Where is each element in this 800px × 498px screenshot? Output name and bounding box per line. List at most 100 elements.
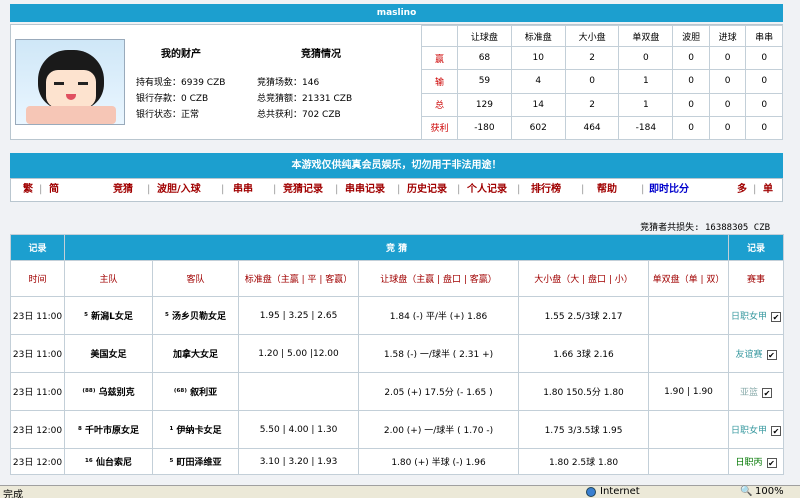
nav-single[interactable]: 单 — [763, 179, 773, 201]
avatar — [15, 39, 125, 125]
zoom-icon[interactable]: 🔍 — [740, 486, 752, 497]
home-team: ¹⁶ 仙台索尼 — [64, 448, 153, 475]
bank-status-value: 正常 — [181, 110, 200, 120]
count-value: 146 — [302, 78, 320, 88]
col-away: 客队 — [152, 260, 239, 297]
stats-cell: 10 — [510, 45, 566, 71]
over-under-odds[interactable]: 1.55 2.5/3球 2.17 — [518, 296, 649, 335]
stats-cell: 464 — [564, 115, 620, 141]
over-under-odds[interactable]: 1.75 3/3.5球 1.95 — [518, 410, 649, 449]
profit-label: 总共获利： — [257, 110, 303, 120]
handicap-odds[interactable]: 2.05 (+) 17.5分 (- 1.65 ) — [358, 372, 519, 411]
away-team: ⁵ 町田泽维亚 — [152, 448, 239, 475]
select-checkbox[interactable]: ✔ — [771, 425, 782, 436]
stats-cell: 4 — [510, 69, 566, 94]
home-team: ⁸ 千叶市原女足 — [64, 410, 153, 449]
stats-header: 让球盘 — [457, 25, 512, 47]
zoom-level[interactable]: 100% — [755, 486, 784, 497]
stats-cell: 0 — [708, 115, 747, 141]
stats-cell: 14 — [510, 92, 566, 117]
nav-multi[interactable]: 多 — [737, 179, 747, 201]
col-home: 主队 — [64, 260, 153, 297]
betting-title: 竞猜情况 — [301, 49, 341, 60]
select-checkbox[interactable]: ✔ — [762, 387, 773, 398]
handicap-odds[interactable]: 2.00 (+) 一/球半 ( 1.70 -) — [358, 410, 519, 449]
table-row: 23日 11:00 ⁵ 新潟L女足 ⁵ 汤乡贝勒女足 1.95 | 3.25 |… — [10, 296, 785, 335]
nav-parlay-records[interactable]: 串串记录 — [345, 179, 385, 201]
select-checkbox[interactable]: ✔ — [771, 311, 782, 322]
odd-even-odds[interactable] — [647, 334, 730, 373]
stats-cell: 0 — [745, 92, 783, 117]
over-under-odds[interactable]: 1.66 3球 2.16 — [518, 334, 649, 373]
cash-value: 6939 CZB — [181, 78, 226, 88]
standard-odds[interactable] — [238, 372, 359, 411]
nav-live-score[interactable]: 即时比分 — [649, 179, 689, 201]
standard-odds[interactable]: 1.20 | 5.00 |12.00 — [238, 334, 359, 373]
league-cell: 友谊赛 ✔ — [728, 334, 785, 373]
standard-odds[interactable]: 3.10 | 3.20 | 1.93 — [238, 448, 359, 475]
handicap-odds[interactable]: 1.80 (+) 半球 (-) 1.96 — [358, 448, 519, 475]
total-label: 总竞猜额： — [257, 94, 303, 104]
nav-parlay[interactable]: 串串 — [233, 179, 253, 201]
stats-cell: 59 — [457, 69, 512, 94]
match-time: 23日 11:00 — [10, 372, 65, 411]
handicap-odds[interactable]: 1.84 (-) 平/半 (+) 1.86 — [358, 296, 519, 335]
nav-history[interactable]: 历史记录 — [407, 179, 447, 201]
league-name[interactable]: 日职丙 — [736, 458, 763, 468]
col-standard: 标准盘（主赢 | 平 | 客赢） — [238, 260, 359, 297]
away-team: ¹ 伊纳卡女足 — [152, 410, 239, 449]
user-title-bar: maslino — [10, 4, 783, 22]
league-name[interactable]: 日职女甲 — [731, 312, 767, 322]
over-under-odds[interactable]: 1.80 2.5球 1.80 — [518, 448, 649, 475]
match-time: 23日 12:00 — [10, 410, 65, 449]
away-team: 加拿大女足 — [152, 334, 239, 373]
stats-header: 波胆 — [672, 25, 710, 47]
stats-cell: 1 — [618, 69, 674, 94]
nav-bet-records[interactable]: 竞猜记录 — [283, 179, 323, 201]
select-checkbox[interactable]: ✔ — [766, 457, 777, 468]
stats-cell: 0 — [745, 115, 783, 141]
nav-bar: 繁 | 简 竞猜 | 波胆/入球 | 串串 | 竞猜记录 | 串串记录 | 历史… — [10, 178, 783, 202]
over-under-odds[interactable]: 1.80 150.5分 1.80 — [518, 372, 649, 411]
profit-value: 702 CZB — [302, 110, 341, 120]
nav-personal-records[interactable]: 个人记录 — [467, 179, 507, 201]
stats-cell: 0 — [672, 45, 710, 71]
stats-cell: 0 — [708, 45, 747, 71]
stats-row-label: 赢 — [421, 45, 458, 71]
stats-row-label: 总 — [421, 92, 458, 117]
home-team: ⁵ 新潟L女足 — [64, 296, 153, 335]
nav-betting[interactable]: 竞猜 — [113, 179, 133, 201]
handicap-odds[interactable]: 1.58 (-) 一/球半 ( 2.31 +) — [358, 334, 519, 373]
nav-traditional[interactable]: 繁 — [23, 179, 33, 201]
odd-even-odds[interactable]: 1.90 | 1.90 — [647, 372, 730, 411]
select-checkbox[interactable]: ✔ — [766, 349, 777, 360]
status-bar: 完成 Internet 🔍 100% — [0, 485, 800, 498]
league-cell: 亚篮 ✔ — [728, 372, 785, 411]
stats-cell: 2 — [564, 92, 620, 117]
table-row: 23日 12:00 ⁸ 千叶市原女足 ¹ 伊纳卡女足 5.50 | 4.00 |… — [10, 410, 785, 449]
standard-odds[interactable]: 1.95 | 3.25 | 2.65 — [238, 296, 359, 335]
league-name[interactable]: 友谊赛 — [736, 350, 763, 360]
league-name[interactable]: 亚篮 — [740, 388, 758, 398]
stats-cell: 0 — [672, 92, 710, 117]
odd-even-odds[interactable] — [647, 410, 730, 449]
nav-leaderboard[interactable]: 排行榜 — [531, 179, 561, 201]
nav-help[interactable]: 帮助 — [597, 179, 617, 201]
stats-cell: -184 — [618, 115, 674, 141]
betting-header: 竞 猜 — [63, 234, 730, 261]
col-handicap: 让球盘（主赢 | 盘口 | 客赢） — [358, 260, 519, 297]
nav-correct-score[interactable]: 波胆/入球 — [157, 179, 201, 201]
stats-cell: 2 — [564, 45, 620, 71]
globe-icon — [586, 487, 596, 497]
stats-table: 让球盘 标准盘 大小盘 单双盘 波胆 进球 串串 赢 68 10 2 0 0 0 0 输 5… — [421, 25, 783, 141]
odd-even-odds[interactable] — [647, 296, 730, 335]
match-time: 23日 11:00 — [10, 334, 65, 373]
league-name[interactable]: 日职女甲 — [731, 426, 767, 436]
home-team: 美国女足 — [64, 334, 153, 373]
bank-value: 0 CZB — [181, 94, 209, 104]
standard-odds[interactable]: 5.50 | 4.00 | 1.30 — [238, 410, 359, 449]
nav-simplified[interactable]: 简 — [49, 179, 59, 201]
odd-even-odds[interactable] — [647, 448, 730, 475]
bank-label: 银行存款： — [136, 94, 182, 104]
property-title: 我的财产 — [161, 49, 201, 60]
